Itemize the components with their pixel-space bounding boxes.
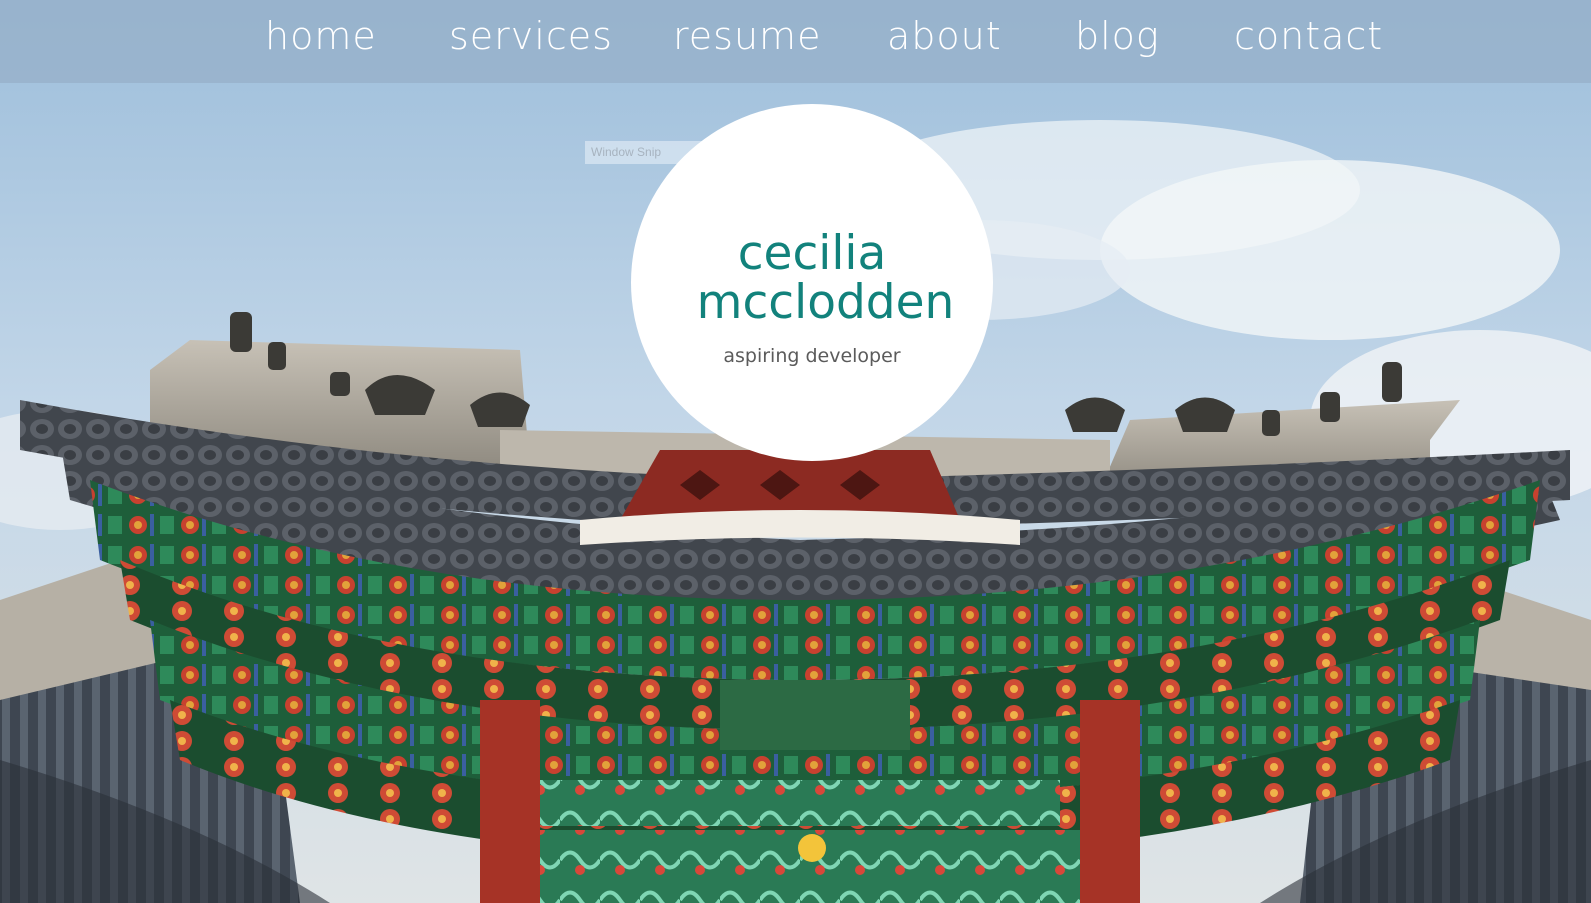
window-snip-label: Window Snip bbox=[591, 145, 662, 159]
nav-link-resume[interactable]: resume bbox=[673, 14, 821, 58]
hero-section: home services resume about blog contact … bbox=[0, 0, 1591, 903]
top-navigation-bar: home services resume about blog contact bbox=[0, 0, 1591, 83]
profile-badge: cecilia mcclodden aspiring developer bbox=[631, 104, 993, 461]
profile-last-name: mcclodden bbox=[696, 275, 955, 330]
profile-tagline: aspiring developer bbox=[723, 345, 901, 367]
nav-link-about[interactable]: about bbox=[887, 14, 1002, 58]
nav-link-contact[interactable]: contact bbox=[1234, 14, 1383, 58]
nav-link-blog[interactable]: blog bbox=[1075, 14, 1160, 58]
nav-link-services[interactable]: services bbox=[449, 14, 613, 58]
nav-link-home[interactable]: home bbox=[265, 14, 377, 58]
profile-first-name: cecilia bbox=[737, 226, 887, 281]
